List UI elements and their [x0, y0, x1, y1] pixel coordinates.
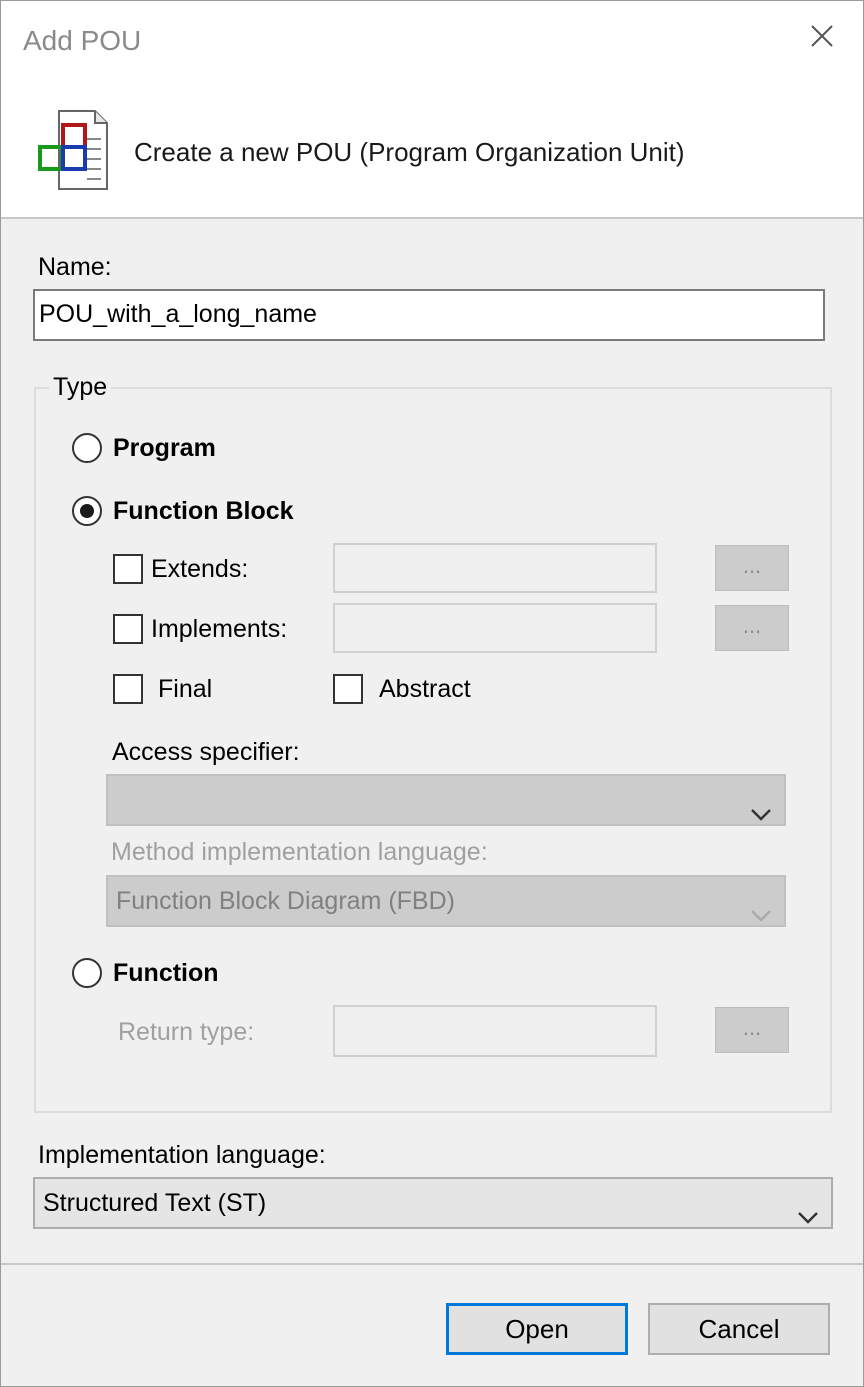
- program-label[interactable]: Program: [113, 434, 216, 463]
- implements-browse-button[interactable]: ...: [715, 605, 789, 651]
- open-button[interactable]: Open: [446, 1303, 628, 1355]
- final-checkbox[interactable]: [113, 674, 143, 704]
- chevron-down-icon: [750, 790, 772, 838]
- cancel-button[interactable]: Cancel: [648, 1303, 830, 1355]
- abstract-checkbox[interactable]: [333, 674, 363, 704]
- function-block-label[interactable]: Function Block: [113, 497, 294, 526]
- implements-label[interactable]: Implements:: [151, 615, 287, 644]
- title-bar: Add POU: [1, 1, 863, 81]
- return-type-browse-button[interactable]: ...: [715, 1007, 789, 1053]
- access-specifier-dropdown[interactable]: [106, 774, 786, 826]
- type-group-label: Type: [49, 373, 112, 402]
- function-block-radio[interactable]: [72, 496, 102, 526]
- window-title: Add POU: [23, 25, 142, 56]
- extends-checkbox[interactable]: [113, 554, 143, 584]
- impl-lang-label: Implementation language:: [38, 1141, 326, 1169]
- add-pou-dialog: Add POU Create a new POU (Program Organi…: [0, 0, 864, 1387]
- extends-browse-button[interactable]: ...: [715, 545, 789, 591]
- name-input[interactable]: POU_with_a_long_name: [33, 289, 825, 341]
- pou-document-icon: [37, 109, 109, 196]
- method-lang-value: Function Block Diagram (FBD): [116, 887, 455, 915]
- return-type-input[interactable]: [333, 1005, 657, 1057]
- chevron-down-icon: [797, 1193, 819, 1241]
- program-radio[interactable]: [72, 433, 102, 463]
- method-lang-label: Method implementation language:: [111, 838, 488, 866]
- function-label[interactable]: Function: [113, 959, 219, 988]
- function-radio[interactable]: [72, 958, 102, 988]
- abstract-label[interactable]: Abstract: [379, 675, 471, 704]
- dialog-header: Create a new POU (Program Organization U…: [1, 81, 863, 219]
- name-label: Name:: [38, 253, 112, 281]
- implements-input[interactable]: [333, 603, 657, 653]
- close-icon[interactable]: [809, 23, 835, 49]
- extends-input[interactable]: [333, 543, 657, 593]
- extends-label[interactable]: Extends:: [151, 555, 248, 584]
- radio-selected-dot: [80, 504, 94, 518]
- access-specifier-label: Access specifier:: [112, 738, 300, 766]
- header-description: Create a new POU (Program Organization U…: [134, 137, 685, 167]
- return-type-label: Return type:: [118, 1018, 255, 1046]
- footer-divider: [1, 1263, 863, 1265]
- impl-lang-dropdown[interactable]: Structured Text (ST): [33, 1177, 833, 1229]
- implements-checkbox[interactable]: [113, 614, 143, 644]
- impl-lang-value: Structured Text (ST): [43, 1189, 267, 1217]
- final-label[interactable]: Final: [158, 675, 212, 704]
- method-lang-dropdown[interactable]: Function Block Diagram (FBD): [106, 875, 786, 927]
- chevron-down-icon: [750, 891, 772, 939]
